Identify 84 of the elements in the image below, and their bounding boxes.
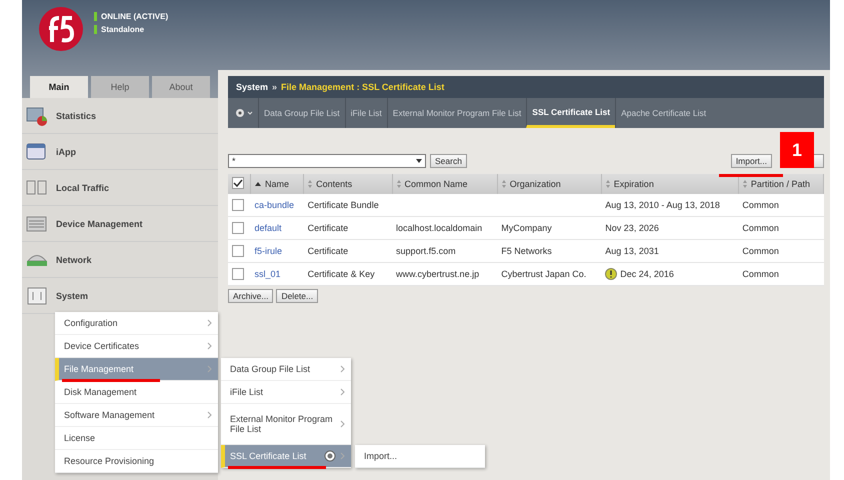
menu-item[interactable]: iFile List	[221, 381, 351, 404]
menu-item[interactable]: Import...	[355, 445, 485, 468]
breadcrumb-path: File Management : SSL Certificate List	[281, 82, 444, 92]
search-button[interactable]: Search	[430, 154, 467, 168]
search-field[interactable]: *	[228, 154, 426, 168]
table-cell: Common	[742, 269, 779, 279]
sort-icon	[502, 180, 506, 188]
certificate-link[interactable]: ca-bundle	[254, 200, 294, 210]
chevron-icon	[207, 411, 212, 419]
column-header[interactable]: Expiration	[614, 178, 654, 188]
table-cell: localhost.localdomain	[396, 223, 482, 233]
subtab[interactable]: Apache Certificate List	[615, 98, 712, 128]
status-text: ONLINE (ACTIVE)	[94, 12, 168, 21]
menu-item[interactable]: License	[55, 427, 218, 450]
main-tab[interactable]: Main	[30, 76, 88, 98]
sort-icon	[742, 180, 747, 188]
sort-ascending-icon	[255, 181, 261, 187]
table-action-button[interactable]: Delete...	[276, 289, 318, 303]
table-cell: MyCompany	[501, 223, 552, 233]
sidebar-item[interactable]: Local Traffic	[22, 170, 218, 206]
device-icon	[26, 214, 48, 234]
chevron-icon	[340, 365, 345, 373]
table-cell: support.f5.com	[396, 246, 456, 256]
table-cell: Certificate	[308, 246, 348, 256]
subtab[interactable]: External Monitor Program File List	[386, 98, 526, 128]
settings-icon[interactable]	[234, 107, 254, 119]
table-cell: Common	[742, 246, 779, 256]
import-button[interactable]: Import...	[730, 154, 772, 168]
row-checkbox[interactable]	[232, 245, 244, 257]
sidebar-item[interactable]: Device Management	[22, 206, 218, 242]
table-cell: Certificate & Key	[308, 269, 375, 279]
chevron-icon	[340, 388, 345, 396]
table-action-button[interactable]: Archive...	[228, 289, 274, 303]
button[interactable]	[814, 154, 824, 168]
breadcrumb-root[interactable]: System	[236, 82, 268, 92]
chart-icon	[26, 106, 48, 126]
subtab[interactable]: SSL Certificate List	[526, 98, 616, 128]
annotation-badge: 1	[780, 132, 814, 168]
menu-item[interactable]: Data Group File List	[221, 358, 351, 381]
chevron-icon	[207, 319, 212, 327]
table-cell: Certificate Bundle	[308, 200, 379, 210]
system-icon	[26, 286, 48, 306]
certificate-link[interactable]: f5-irule	[254, 246, 282, 256]
circle-icon	[324, 450, 336, 462]
row-checkbox[interactable]	[232, 268, 244, 280]
table-cell: Aug 13, 2010 - Aug 13, 2018	[605, 200, 720, 210]
subtab[interactable]: Data Group File List	[258, 98, 345, 128]
sort-icon	[308, 180, 312, 188]
annotation-underline	[718, 174, 783, 177]
chevron-icon	[207, 342, 212, 350]
dropdown-icon	[416, 158, 422, 164]
menu-item[interactable]: Configuration	[55, 312, 218, 335]
chevron-icon	[340, 452, 345, 460]
table-cell: www.cybertrust.ne.jp	[396, 269, 480, 279]
mode-text: Standalone	[94, 25, 168, 34]
breadcrumb-separator: »	[272, 82, 278, 92]
window-icon	[26, 142, 48, 162]
menu-item[interactable]: Software Management	[55, 404, 218, 427]
subtab[interactable]: iFile List	[344, 98, 387, 128]
certificate-link[interactable]: default	[254, 223, 282, 233]
menu-item[interactable]: Disk Management	[55, 381, 218, 404]
row-checkbox[interactable]	[232, 222, 244, 234]
chevron-icon	[207, 365, 212, 373]
main-tab[interactable]: About	[152, 76, 210, 98]
sidebar-item[interactable]: Network	[22, 242, 218, 278]
table-cell: Cybertrust Japan Co.	[501, 269, 586, 279]
servers-icon	[26, 178, 48, 198]
sort-icon	[606, 180, 610, 188]
table-cell: Common	[742, 223, 779, 233]
sidebar-item[interactable]: iApp	[22, 134, 218, 170]
sort-icon	[396, 180, 401, 188]
table-cell: Certificate	[308, 223, 348, 233]
table-cell: Aug 13, 2031	[605, 246, 659, 256]
row-checkbox[interactable]	[232, 199, 244, 211]
chevron-icon	[340, 420, 345, 428]
sidebar-item[interactable]: Statistics	[22, 98, 218, 134]
menu-item[interactable]: Resource Provisioning	[55, 450, 218, 473]
main-tab[interactable]: Help	[91, 76, 149, 98]
table-cell: F5 Networks	[501, 246, 552, 256]
select-all-checkbox[interactable]	[232, 177, 244, 189]
table-cell: Common	[742, 200, 779, 210]
table-cell: Nov 23, 2026	[605, 223, 659, 233]
table-cell: Dec 24, 2016	[620, 269, 674, 279]
certificate-link[interactable]: ssl_01	[254, 269, 281, 279]
